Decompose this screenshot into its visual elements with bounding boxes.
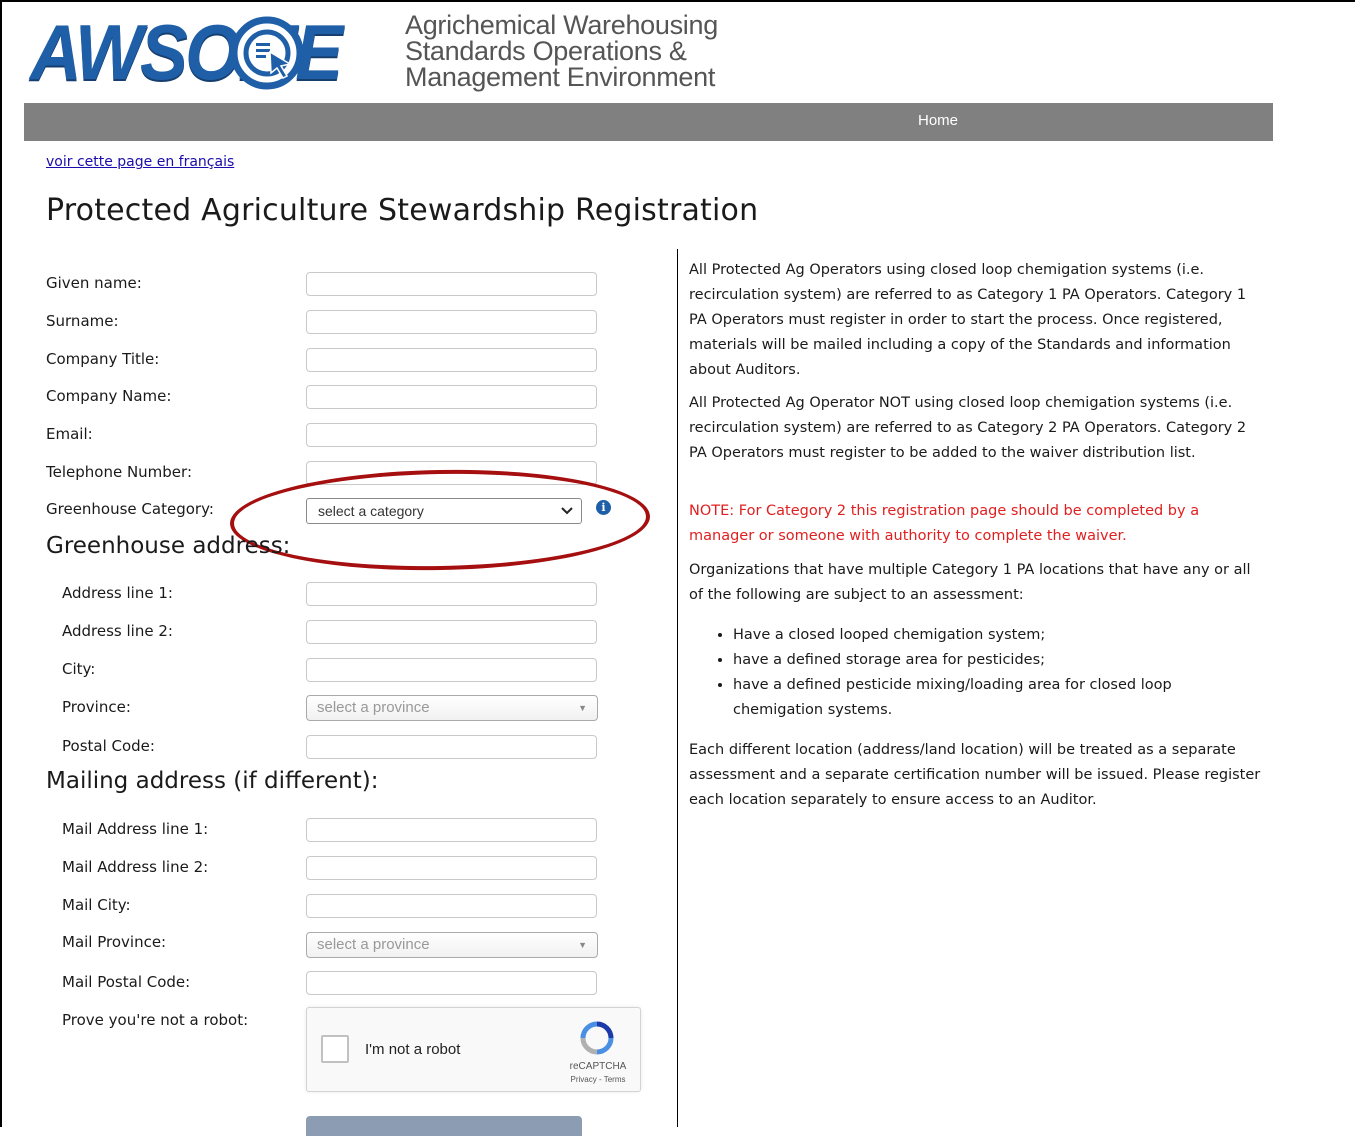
address-line-2-label: Address line 2: — [62, 622, 173, 640]
list-item: Have a closed looped chemigation system; — [733, 623, 1264, 648]
mail-city-label: Mail City: — [62, 896, 131, 914]
greenhouse-category-select[interactable]: select a category — [306, 498, 582, 524]
list-item: have a defined pesticide mixing/loading … — [733, 673, 1264, 723]
mail-province-select[interactable]: select a province ▼ — [306, 932, 598, 958]
screenshot-border-top — [0, 0, 1355, 2]
address-line-1-input[interactable] — [306, 582, 597, 606]
mail-province-label: Mail Province: — [62, 933, 167, 951]
logo-tagline: Agrichemical Warehousing Standards Opera… — [405, 10, 718, 92]
greenhouse-category-label: Greenhouse Category: — [46, 500, 214, 518]
info-note: NOTE: For Category 2 this registration p… — [689, 499, 1264, 549]
recaptcha-logo-icon — [580, 1021, 614, 1055]
screenshot-border-left — [0, 0, 2, 1127]
info-assessment: Organizations that have multiple Categor… — [689, 558, 1264, 608]
robot-check-label: Prove you're not a robot: — [62, 1011, 249, 1029]
surname-input[interactable] — [306, 310, 597, 334]
chevron-down-icon — [561, 507, 573, 515]
company-name-input[interactable] — [306, 385, 597, 409]
submit-button[interactable] — [306, 1116, 582, 1136]
company-name-label: Company Name: — [46, 387, 172, 405]
info-note-text: NOTE: For Category 2 this registration p… — [689, 503, 1200, 544]
nav-home-link[interactable]: Home — [918, 103, 958, 141]
info-paragraph-3: Organizations that have multiple Categor… — [689, 562, 1251, 603]
tagline-line-2: Standards Operations & — [405, 36, 687, 66]
target-cursor-icon — [230, 16, 304, 90]
email-input[interactable] — [306, 423, 597, 447]
province-select[interactable]: select a province ▼ — [306, 695, 598, 721]
mail-postal-code-label: Mail Postal Code: — [62, 973, 191, 991]
info-paragraph-2: All Protected Ag Operator NOT using clos… — [689, 395, 1247, 461]
info-locations: Each different location (address/land lo… — [689, 738, 1264, 813]
list-item: have a defined storage area for pesticid… — [733, 648, 1264, 673]
recaptcha-brand: reCAPTCHA — [569, 1061, 627, 1072]
category-selected-value: select a category — [318, 503, 424, 519]
company-title-label: Company Title: — [46, 350, 160, 368]
info-bullet-list: Have a closed looped chemigation system;… — [689, 623, 1264, 723]
city-input[interactable] — [306, 658, 597, 682]
surname-label: Surname: — [46, 312, 119, 330]
province-label: Province: — [62, 698, 131, 716]
company-title-input[interactable] — [306, 348, 597, 372]
page-title: Protected Agriculture Stewardship Regist… — [46, 193, 759, 228]
mail-province-selected-value: select a province — [317, 936, 430, 953]
mail-address-line-2-input[interactable] — [306, 856, 597, 880]
info-paragraph-1: All Protected Ag Operators using closed … — [689, 262, 1247, 378]
mail-city-input[interactable] — [306, 894, 597, 918]
recaptcha-checkbox[interactable] — [321, 1035, 349, 1063]
tagline-line-1: Agrichemical Warehousing — [405, 10, 718, 40]
recaptcha-widget: I'm not a robot reCAPTCHA Privacy - Term… — [306, 1007, 641, 1092]
main-navbar: Home — [24, 103, 1273, 141]
given-name-label: Given name: — [46, 274, 142, 292]
mail-address-line-1-input[interactable] — [306, 818, 597, 842]
column-divider — [677, 249, 678, 1127]
province-selected-value: select a province — [317, 699, 430, 716]
dropdown-arrow-icon: ▼ — [578, 703, 587, 713]
tagline-line-3: Management Environment — [405, 62, 716, 92]
info-category-1: All Protected Ag Operators using closed … — [689, 258, 1264, 383]
given-name-input[interactable] — [306, 272, 597, 296]
mail-postal-code-input[interactable] — [306, 971, 597, 995]
telephone-input[interactable] — [306, 461, 597, 485]
city-label: City: — [62, 660, 96, 678]
mailing-address-heading: Mailing address (if different): — [46, 768, 379, 794]
recaptcha-label: I'm not a robot — [365, 1041, 461, 1058]
address-line-1-label: Address line 1: — [62, 584, 173, 602]
site-logo[interactable]: AWSOME Agrichemical Warehousing Standard… — [30, 10, 718, 94]
french-language-link[interactable]: voir cette page en français — [46, 154, 234, 170]
postal-code-input[interactable] — [306, 735, 597, 759]
address-line-2-input[interactable] — [306, 620, 597, 644]
email-label: Email: — [46, 425, 93, 443]
mail-address-line-2-label: Mail Address line 2: — [62, 858, 209, 876]
telephone-label: Telephone Number: — [46, 463, 192, 481]
postal-code-label: Postal Code: — [62, 737, 155, 755]
info-paragraph-4: Each different location (address/land lo… — [689, 742, 1261, 808]
mail-address-line-1-label: Mail Address line 1: — [62, 820, 209, 838]
recaptcha-terms-link[interactable]: Privacy - Terms — [563, 1075, 633, 1084]
greenhouse-address-heading: Greenhouse address: — [46, 533, 291, 559]
dropdown-arrow-icon: ▼ — [578, 940, 587, 950]
info-category-2: All Protected Ag Operator NOT using clos… — [689, 391, 1264, 466]
info-icon[interactable]: i — [596, 500, 611, 515]
